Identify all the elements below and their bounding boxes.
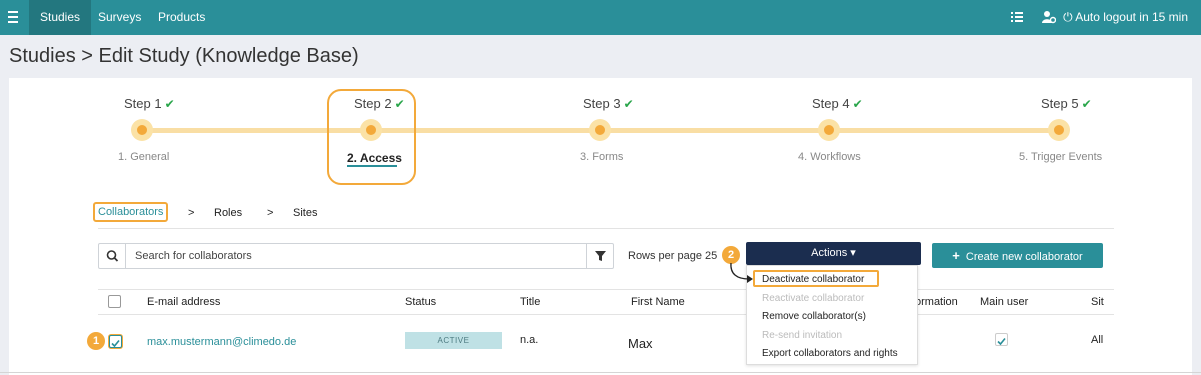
col-first-name[interactable]: First Name xyxy=(631,296,685,308)
step-5-label[interactable]: Step 5 ✔ xyxy=(1041,96,1092,111)
step-1-dot[interactable] xyxy=(131,119,153,141)
tab-roles[interactable]: Roles xyxy=(214,207,242,219)
search-icon[interactable] xyxy=(99,244,126,268)
menu-export[interactable]: Export collaborators and rights xyxy=(762,348,898,359)
nav-products[interactable]: Products xyxy=(147,0,216,35)
step-4-sub: 4. Workflows xyxy=(798,151,861,163)
tab-sites[interactable]: Sites xyxy=(293,207,317,219)
plus-icon: + xyxy=(952,248,960,263)
select-all-checkbox[interactable] xyxy=(108,295,121,308)
annotation-badge-1: 1 xyxy=(87,332,105,350)
deactivate-highlight xyxy=(753,270,879,287)
step-4-label[interactable]: Step 4 ✔ xyxy=(812,96,863,111)
status-badge: ACTIVE xyxy=(405,332,502,349)
tab-separator: > xyxy=(188,207,195,219)
check-icon: ✔ xyxy=(623,97,634,111)
col-sites[interactable]: Sit xyxy=(1091,296,1104,308)
step-5-sub: 5. Trigger Events xyxy=(1019,151,1103,163)
step-1-sub: 1. General xyxy=(118,151,170,163)
row-title: n.a. xyxy=(520,334,539,346)
actions-button[interactable]: Actions ▾ xyxy=(746,242,921,265)
col-status[interactable]: Status xyxy=(405,296,436,308)
col-information[interactable]: ormation xyxy=(915,296,958,308)
menu-icon[interactable] xyxy=(8,11,18,23)
check-icon: ✔ xyxy=(852,97,863,111)
main-user-checkbox[interactable] xyxy=(995,333,1008,346)
user-settings-icon[interactable] xyxy=(1042,10,1056,24)
row-email[interactable]: max.mustermann@climedo.de xyxy=(147,336,296,348)
nav-studies[interactable]: Studies xyxy=(29,0,92,35)
col-title[interactable]: Title xyxy=(520,296,540,308)
menu-reactivate: Reactivate collaborator xyxy=(762,293,865,304)
bottom-border xyxy=(0,372,1201,373)
rows-per-page[interactable]: Rows per page 25 xyxy=(628,250,717,262)
check-icon: ✔ xyxy=(1081,97,1092,111)
power-icon: ⏻ xyxy=(1063,10,1073,24)
step-3-label[interactable]: Step 3 ✔ xyxy=(583,96,634,111)
row-first-name: Max xyxy=(628,336,653,351)
menu-remove[interactable]: Remove collaborator(s) xyxy=(762,311,866,322)
create-collaborator-button[interactable]: + Create new collaborator xyxy=(932,243,1103,268)
top-navbar: Studies Surveys Products ⏻ Auto logout i… xyxy=(0,0,1201,35)
tab-collaborators[interactable]: Collaborators xyxy=(93,202,169,222)
step-4-dot[interactable] xyxy=(818,119,840,141)
step-2-highlight xyxy=(327,89,416,185)
list-icon[interactable] xyxy=(1010,10,1024,24)
table-header xyxy=(98,289,1114,315)
col-main-user[interactable]: Main user xyxy=(980,296,1028,308)
tab-separator: > xyxy=(267,207,274,219)
search-input[interactable] xyxy=(135,248,575,264)
row-checkbox[interactable] xyxy=(109,335,122,348)
row-site: All xyxy=(1091,334,1104,346)
menu-resend: Re-send invitation xyxy=(762,330,843,341)
step-5-dot[interactable] xyxy=(1048,119,1070,141)
filter-icon[interactable] xyxy=(586,244,613,268)
col-email[interactable]: E-mail address xyxy=(147,296,220,308)
auto-logout[interactable]: ⏻ Auto logout in 15 min xyxy=(1063,0,1188,35)
step-1-label[interactable]: Step 1 ✔ xyxy=(124,96,175,111)
divider xyxy=(98,228,1114,229)
step-3-dot[interactable] xyxy=(589,119,611,141)
search-box xyxy=(98,243,614,269)
check-icon: ✔ xyxy=(164,97,175,111)
step-3-sub: 3. Forms xyxy=(580,151,624,163)
nav-surveys[interactable]: Surveys xyxy=(87,0,152,35)
page-title: Studies > Edit Study (Knowledge Base) xyxy=(9,45,359,67)
annotation-arrow-icon xyxy=(730,262,753,283)
